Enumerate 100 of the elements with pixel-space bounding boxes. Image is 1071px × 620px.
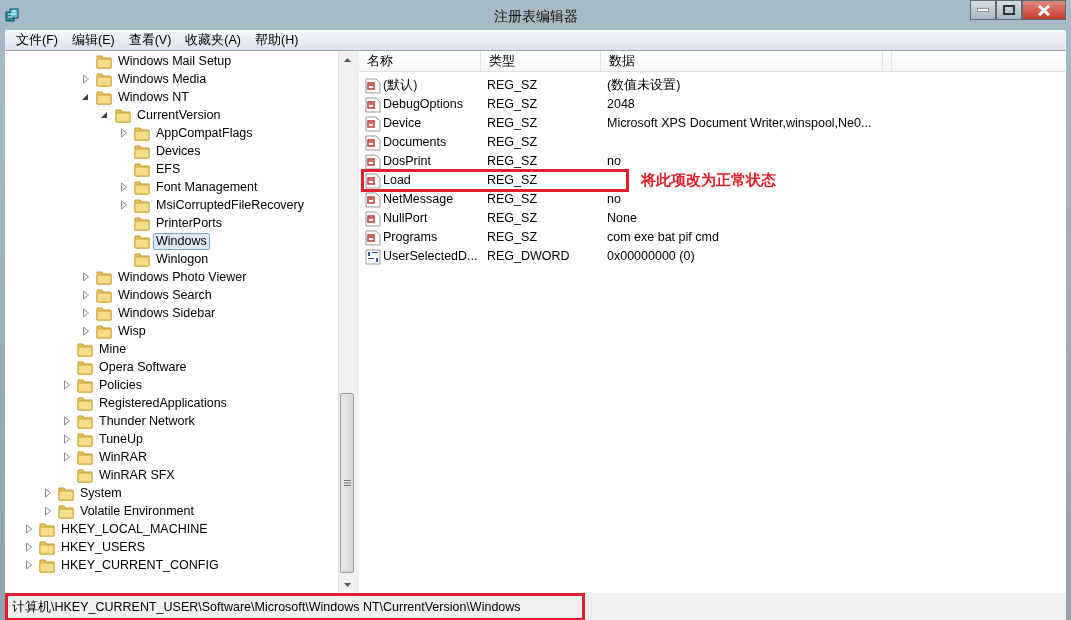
value-name[interactable]: Programs (383, 228, 438, 247)
folder-icon (96, 269, 112, 285)
column-header[interactable]: 数据 (601, 51, 883, 71)
collapsed-arrow-icon[interactable] (80, 73, 92, 85)
menu-item[interactable]: 帮助(H) (248, 31, 306, 49)
tree-item[interactable]: Thunder Network (96, 412, 198, 430)
folder-icon (77, 341, 93, 357)
close-icon (1037, 4, 1051, 16)
tree-item[interactable]: PrinterPorts (153, 214, 225, 232)
maximize-button[interactable] (996, 0, 1022, 20)
tree-item[interactable]: WinRAR SFX (96, 466, 178, 484)
minimize-button[interactable] (970, 0, 996, 20)
maximize-icon (1003, 5, 1015, 15)
collapsed-arrow-icon[interactable] (42, 487, 54, 499)
folder-icon (39, 521, 55, 537)
folder-icon (77, 359, 93, 375)
folder-icon (134, 251, 150, 267)
folder-icon (96, 287, 112, 303)
tree-item[interactable]: Windows Search (115, 286, 215, 304)
tree-item[interactable]: Winlogon (153, 250, 212, 268)
tree-item[interactable]: Policies (96, 376, 146, 394)
value-name[interactable]: UserSelectedD... (383, 247, 478, 266)
tree-item[interactable]: Wisp (115, 322, 149, 340)
tree-item[interactable]: Windows Media (115, 70, 210, 88)
tree-item[interactable]: CurrentVersion (134, 106, 224, 124)
binary-value-icon (365, 248, 381, 265)
collapsed-arrow-icon[interactable] (61, 379, 73, 391)
collapsed-arrow-icon[interactable] (118, 181, 130, 193)
value-type: REG_SZ (486, 96, 538, 114)
collapsed-arrow-icon[interactable] (80, 325, 92, 337)
collapsed-arrow-icon[interactable] (118, 199, 130, 211)
value-name[interactable]: Device (383, 114, 422, 133)
tree-item[interactable]: HKEY_LOCAL_MACHINE (58, 520, 211, 538)
collapsed-arrow-icon[interactable] (61, 415, 73, 427)
menu-item[interactable]: 文件(F) (9, 31, 65, 49)
tree-item[interactable]: AppCompatFlags (153, 124, 256, 142)
collapsed-arrow-icon[interactable] (61, 433, 73, 445)
collapsed-arrow-icon[interactable] (80, 307, 92, 319)
tree-item[interactable]: Windows Photo Viewer (115, 268, 250, 286)
folder-icon (96, 71, 112, 87)
scroll-up-icon[interactable] (343, 57, 351, 62)
value-name[interactable]: Documents (383, 133, 447, 152)
registry-editor-icon (4, 6, 22, 24)
menu-item[interactable]: 编辑(E) (64, 31, 122, 49)
collapsed-arrow-icon[interactable] (23, 559, 35, 571)
collapsed-arrow-icon[interactable] (118, 127, 130, 139)
value-data: com exe bat pif cmd (606, 229, 719, 247)
collapsed-arrow-icon[interactable] (61, 451, 73, 463)
tree-item[interactable]: RegisteredApplications (96, 394, 230, 412)
tree-item[interactable]: WinRAR (96, 448, 150, 466)
value-name[interactable]: DebugOptions (383, 95, 463, 114)
tree-item[interactable]: Opera Software (96, 358, 190, 376)
tree-item[interactable]: Windows NT (115, 88, 192, 106)
tree-item[interactable]: Mine (96, 340, 130, 358)
tree-item[interactable]: Windows (153, 232, 210, 250)
menu-item[interactable]: 收藏夹(A) (178, 31, 248, 49)
column-header[interactable]: 类型 (481, 51, 601, 71)
folder-icon (96, 305, 112, 321)
collapsed-arrow-icon[interactable] (42, 505, 54, 517)
scroll-down-icon[interactable] (343, 582, 351, 587)
tree-item[interactable]: Windows Sidebar (115, 304, 219, 322)
value-type: REG_SZ (486, 229, 538, 247)
collapsed-arrow-icon[interactable] (80, 271, 92, 283)
tree-item[interactable]: TuneUp (96, 430, 146, 448)
string-value-icon (365, 229, 381, 246)
scrollbar[interactable] (338, 51, 355, 593)
value-name[interactable]: NullPort (383, 209, 428, 228)
minimize-icon (977, 8, 989, 12)
collapsed-arrow-icon[interactable] (80, 289, 92, 301)
menu-item[interactable]: 查看(V) (121, 31, 179, 49)
tree-item[interactable]: MsiCorruptedFileRecovery (153, 196, 307, 214)
value-data: None (606, 210, 637, 228)
value-data: (数值未设置) (606, 77, 681, 95)
value-name[interactable]: DosPrint (383, 152, 431, 171)
tree-item[interactable]: HKEY_CURRENT_CONFIG (58, 556, 222, 574)
collapsed-arrow-icon[interactable] (23, 541, 35, 553)
folder-icon (134, 161, 150, 177)
folder-icon (39, 539, 55, 555)
value-name[interactable]: (默认) (383, 76, 418, 95)
value-name[interactable]: Load (383, 171, 411, 190)
tree-item[interactable]: Windows Mail Setup (115, 52, 235, 70)
folder-icon (96, 323, 112, 339)
tree-item[interactable]: HKEY_USERS (58, 538, 149, 556)
value-type: REG_SZ (486, 153, 538, 171)
close-button[interactable] (1022, 0, 1066, 20)
tree-item[interactable]: Volatile Environment (77, 502, 197, 520)
collapsed-arrow-icon[interactable] (23, 523, 35, 535)
tree-item[interactable]: EFS (153, 160, 184, 178)
value-type: REG_DWORD (486, 248, 571, 266)
tree-item[interactable]: Font Management (153, 178, 261, 196)
value-name[interactable]: NetMessage (383, 190, 454, 209)
folder-icon (134, 233, 150, 249)
annotation-note: 将此项改为正常状态 (641, 170, 776, 190)
folder-icon (134, 215, 150, 231)
tree-item[interactable]: Devices (153, 142, 204, 160)
folder-icon (96, 53, 112, 69)
tree-item[interactable]: System (77, 484, 125, 502)
column-header[interactable]: 名称 (359, 51, 481, 71)
scroll-thumb[interactable] (340, 393, 354, 573)
folder-icon (96, 89, 112, 105)
